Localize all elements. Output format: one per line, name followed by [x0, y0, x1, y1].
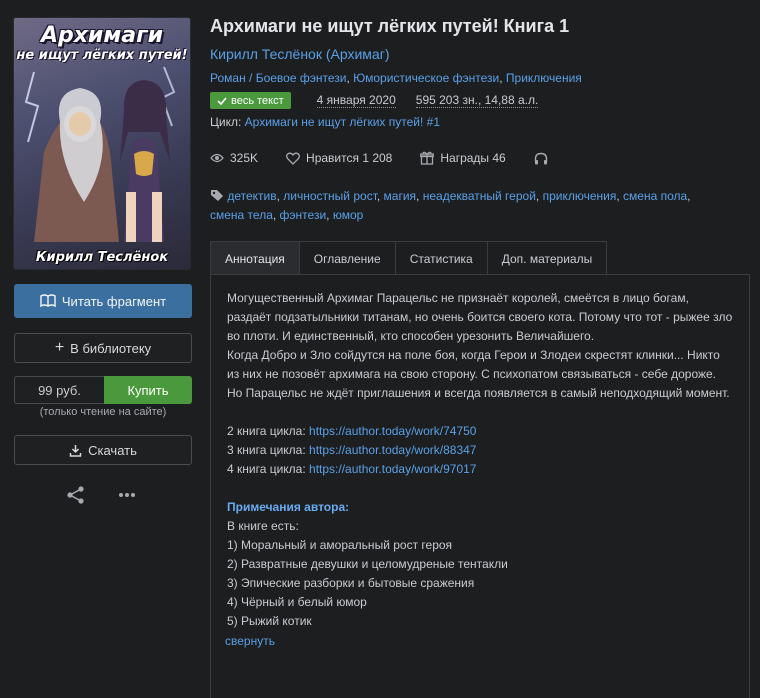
- author-notes-intro: В книге есть:: [227, 519, 299, 533]
- likes-count: Нравится 1 208: [306, 151, 393, 165]
- cover-illustration: [24, 66, 176, 242]
- download-icon: [69, 444, 82, 457]
- author-note-item: 4) Чёрный и белый юмор: [227, 595, 367, 609]
- views-stat: 325K: [210, 151, 258, 165]
- download-button[interactable]: Скачать: [14, 435, 192, 465]
- author-note-item: 3) Эпические разборки и бытовые сражения: [227, 576, 475, 590]
- audio-stat[interactable]: [534, 152, 548, 165]
- status-badge: весь текст: [210, 92, 291, 109]
- tag-link[interactable]: смена пола: [623, 189, 687, 203]
- tag-link[interactable]: приключения: [543, 189, 617, 203]
- price-label: 99 руб.: [14, 376, 104, 404]
- share-row: [66, 486, 136, 504]
- eye-icon: [210, 153, 224, 163]
- cycle-book-label: 4 книга цикла:: [227, 462, 306, 476]
- cycle-book-line: 4 книга цикла: https://author.today/work…: [227, 460, 733, 479]
- book-cover[interactable]: Архимаги не ищут лёгких путей! Кирилл Те…: [14, 18, 190, 269]
- headphones-icon: [534, 152, 547, 164]
- tab-statistics[interactable]: Статистика: [394, 241, 488, 275]
- author-note-item: 1) Моральный и аморальный рост героя: [227, 538, 453, 552]
- annotation-paragraph: Могущественный Архимаг Парацельс не приз…: [227, 291, 733, 343]
- book-open-icon: [40, 294, 56, 308]
- share-icon[interactable]: [66, 486, 86, 504]
- buy-note: (только чтение на сайте): [39, 406, 167, 418]
- genre-link[interactable]: Юмористическое фэнтези: [353, 71, 499, 85]
- cycle-book-line: 3 книга цикла: https://author.today/work…: [227, 441, 733, 460]
- tag-link[interactable]: детектив: [227, 189, 276, 203]
- annotation-panel: Могущественный Архимаг Парацельс не приз…: [210, 274, 750, 698]
- tag-icon: [211, 190, 223, 201]
- author-note-item: 2) Развратные девушки и целомудреные тен…: [227, 557, 508, 571]
- genre-link[interactable]: Роман / Боевое фэнтези: [210, 71, 346, 85]
- author-link[interactable]: Кирилл Теслёнок (Архимаг): [210, 46, 389, 62]
- tag-link[interactable]: личностный рост: [283, 189, 377, 203]
- download-label: Скачать: [88, 442, 137, 458]
- tag-link[interactable]: магия: [384, 189, 417, 203]
- tags-list: детектив, личностный рост, магия, неадек…: [210, 189, 691, 222]
- cycle-book-label: 2 книга цикла:: [227, 424, 306, 438]
- views-count: 325K: [230, 151, 259, 165]
- cycle-label: Цикл:: [210, 115, 242, 129]
- awards-stat[interactable]: Награды 46: [420, 151, 506, 165]
- tag-link[interactable]: юмор: [333, 208, 363, 222]
- heart-icon: [286, 152, 300, 165]
- gift-icon: [420, 151, 435, 165]
- genres: Роман / Боевое фэнтези, Юмористическое ф…: [210, 71, 582, 85]
- awards-count: Награды 46: [440, 151, 506, 165]
- publish-date: 4 января 2020: [316, 93, 396, 108]
- cycle-book-link[interactable]: https://author.today/work/97017: [309, 462, 476, 476]
- cover-author: Кирилл Теслёнок: [35, 250, 169, 265]
- tag-link[interactable]: неадекватный герой: [423, 189, 536, 203]
- cycle-book-link[interactable]: https://author.today/work/88347: [309, 443, 476, 457]
- meta-row: весь текст 4 января 2020 595 203 зн., 14…: [210, 92, 539, 109]
- add-to-library-label: В библиотеку: [70, 340, 152, 356]
- tabs-bar: Аннотация Оглавление Статистика Доп. мат…: [210, 241, 608, 275]
- status-badge-label: весь текст: [231, 94, 284, 107]
- cover-title: Архимаги: [40, 23, 164, 48]
- cycle-info: Цикл: Архимаги не ищут лёгких путей! #1: [210, 115, 440, 129]
- book-size: 595 203 зн., 14,88 а.л.: [415, 93, 539, 108]
- genre-link[interactable]: Приключения: [506, 71, 582, 85]
- book-title: Архимаги не ищут лёгких путей! Книга 1: [210, 16, 570, 36]
- likes-stat[interactable]: Нравится 1 208: [286, 151, 392, 165]
- annotation-paragraph: Когда Добро и Зло сойдутся на поле боя, …: [227, 348, 720, 381]
- read-fragment-label: Читать фрагмент: [61, 293, 167, 309]
- tag-link[interactable]: фэнтези: [280, 208, 327, 222]
- tab-annotation[interactable]: Аннотация: [210, 241, 300, 275]
- tag-link[interactable]: смена тела: [210, 208, 273, 222]
- author-notes-heading: Примечания автора:: [227, 500, 350, 514]
- more-icon[interactable]: [118, 492, 136, 498]
- cycle-book-link[interactable]: https://author.today/work/74750: [309, 424, 476, 438]
- buy-row: 99 руб. Купить: [14, 376, 192, 404]
- tab-contents[interactable]: Оглавление: [298, 241, 396, 275]
- read-fragment-button[interactable]: Читать фрагмент: [14, 284, 192, 318]
- collapse-link[interactable]: свернуть: [225, 634, 275, 648]
- cycle-link[interactable]: Архимаги не ищут лёгких путей! #1: [245, 115, 440, 129]
- author-note-item: 5) Рыжий котик: [227, 614, 312, 628]
- tab-extra-materials[interactable]: Доп. материалы: [486, 241, 608, 275]
- cycle-book-line: 2 книга цикла: https://author.today/work…: [227, 422, 733, 441]
- annotation-paragraph: Но Парацельс не ждёт приглашения и всегд…: [227, 386, 730, 400]
- plus-icon: +: [54, 339, 65, 356]
- cycle-book-label: 3 книга цикла:: [227, 443, 306, 457]
- buy-button[interactable]: Купить: [104, 376, 192, 404]
- cover-subtitle: не ищут лёгких путей!: [16, 48, 188, 63]
- add-to-library-button[interactable]: + В библиотеку: [14, 333, 192, 363]
- stats-row: 325K Нравится 1 208 Награды 46: [210, 151, 548, 165]
- check-icon: [217, 96, 227, 105]
